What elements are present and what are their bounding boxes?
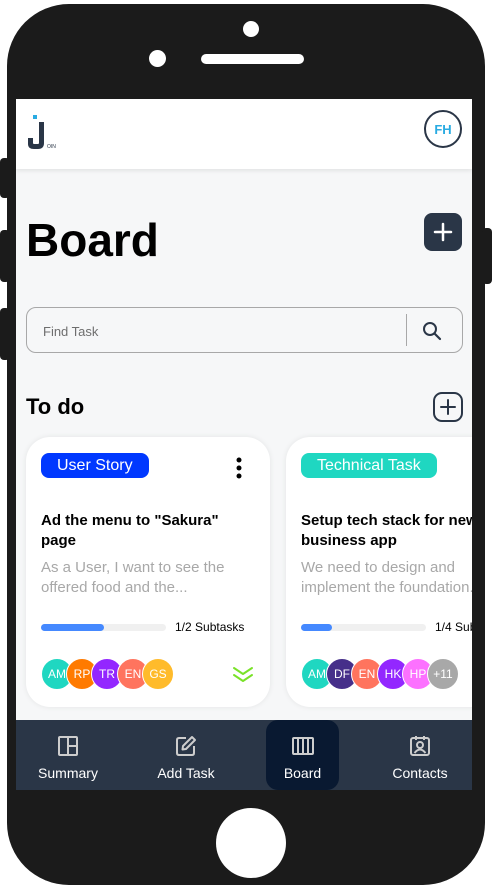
svg-text:OIN: OIN [47, 144, 56, 150]
nav-board[interactable]: Board [266, 720, 339, 790]
home-button[interactable] [216, 808, 286, 878]
task-card[interactable]: User Story Ad the menu to "Sakura" page … [26, 437, 270, 707]
task-card[interactable]: Technical Task Setup tech stack for new … [286, 437, 472, 707]
add-task-button[interactable] [424, 213, 462, 251]
summary-icon [58, 736, 78, 756]
subtask-progress-fill [41, 624, 104, 631]
volume-up-button[interactable] [0, 230, 10, 282]
proximity-sensor [149, 50, 166, 67]
card-title: Ad the menu to "Sakura" page [41, 512, 219, 549]
user-initials: FH [434, 121, 452, 137]
more-options-icon[interactable] [229, 455, 249, 481]
subtask-progress-bar [41, 624, 166, 631]
add-todo-button[interactable] [433, 392, 463, 422]
assignee-avatar: GS [142, 658, 174, 690]
nav-label-board: Board [283, 765, 322, 781]
card-description: We need to design and implement the foun… [301, 559, 472, 596]
nav-contacts[interactable]: Contacts [375, 720, 465, 790]
join-logo-icon[interactable]: OIN [26, 111, 66, 151]
assignee-avatar-overflow: +11 [427, 658, 459, 690]
earpiece-speaker [201, 54, 304, 64]
subtask-progress-fill [301, 624, 333, 631]
app-screen: OIN FH Board To do User Story Ad the men… [16, 99, 472, 790]
card-description: As a User, I want to see the offered foo… [41, 559, 225, 596]
nav-label-contacts: Contacts [392, 765, 448, 781]
section-title-todo: To do [26, 394, 85, 419]
top-bar: OIN FH [16, 99, 472, 169]
search-bar [26, 307, 463, 353]
priority-low-icon [233, 667, 253, 682]
category-badge: Technical Task [301, 453, 437, 478]
search-divider [406, 314, 407, 346]
edit-icon [176, 736, 196, 756]
category-badge: User Story [41, 453, 149, 478]
subtask-progress-label: 1/4 Subtasks [435, 620, 472, 634]
front-camera [243, 21, 259, 37]
contacts-icon [410, 736, 430, 756]
user-avatar[interactable]: FH [424, 110, 462, 148]
bottom-navigation: Summary Add Task Board Contacts [16, 720, 472, 790]
nav-add-task[interactable]: Add Task [141, 720, 231, 790]
volume-down-button[interactable] [0, 308, 10, 360]
assignee-list: AM DF EN HK HP +11 [301, 658, 472, 690]
assignee-list: AM RP TR EN GS [41, 658, 241, 690]
nav-label-add-task: Add Task [157, 765, 215, 781]
page-title: Board [26, 214, 159, 266]
search-icon[interactable] [421, 320, 443, 342]
power-button[interactable] [482, 228, 492, 284]
nav-label-summary: Summary [38, 765, 98, 781]
subtask-progress-bar [301, 624, 426, 631]
mute-switch[interactable] [0, 158, 10, 198]
nav-summary[interactable]: Summary [23, 720, 113, 790]
card-title: Setup tech stack for new business app [301, 512, 472, 549]
search-input[interactable] [43, 320, 393, 342]
subtask-progress-label: 1/2 Subtasks [175, 620, 245, 634]
board-icon [291, 737, 314, 755]
plus-icon [433, 222, 453, 242]
